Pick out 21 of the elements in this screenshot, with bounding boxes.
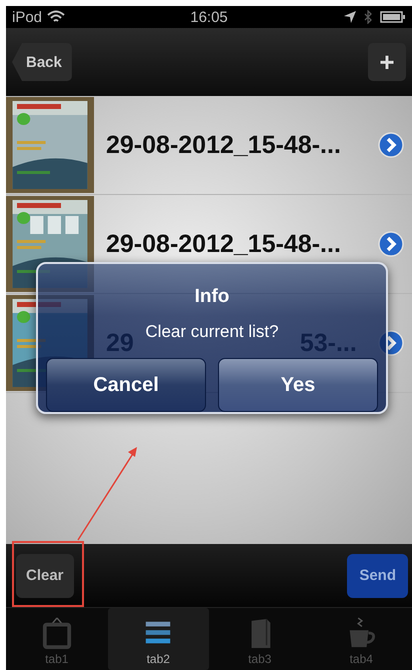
battery-icon xyxy=(380,11,406,23)
location-arrow-icon xyxy=(344,11,356,23)
cancel-button[interactable]: Cancel xyxy=(46,358,206,412)
file-name[interactable]: 29-08-2012_15-48-... xyxy=(94,230,378,258)
disclosure-icon[interactable] xyxy=(378,132,404,158)
back-button[interactable]: Back xyxy=(12,43,72,81)
tab[interactable]: tab2 xyxy=(108,608,209,670)
disclosure-icon[interactable] xyxy=(378,231,404,257)
confirm-button[interactable]: Yes xyxy=(218,358,378,412)
alert-message: Clear current list? xyxy=(145,322,279,342)
highlight-frame xyxy=(12,541,84,607)
clear-button[interactable]: Clear xyxy=(16,554,74,598)
add-button[interactable]: + xyxy=(368,43,406,81)
file-name[interactable]: 29-08-2012_15-48-... xyxy=(94,130,378,160)
alert-title: Info xyxy=(194,286,230,308)
bluetooth-icon xyxy=(364,10,372,24)
wifi-icon xyxy=(47,10,66,24)
send-button[interactable]: Send xyxy=(347,554,408,598)
frame-icon xyxy=(42,616,72,648)
status-time: 16:05 xyxy=(190,8,228,26)
carrier-name: iPod xyxy=(12,8,42,26)
